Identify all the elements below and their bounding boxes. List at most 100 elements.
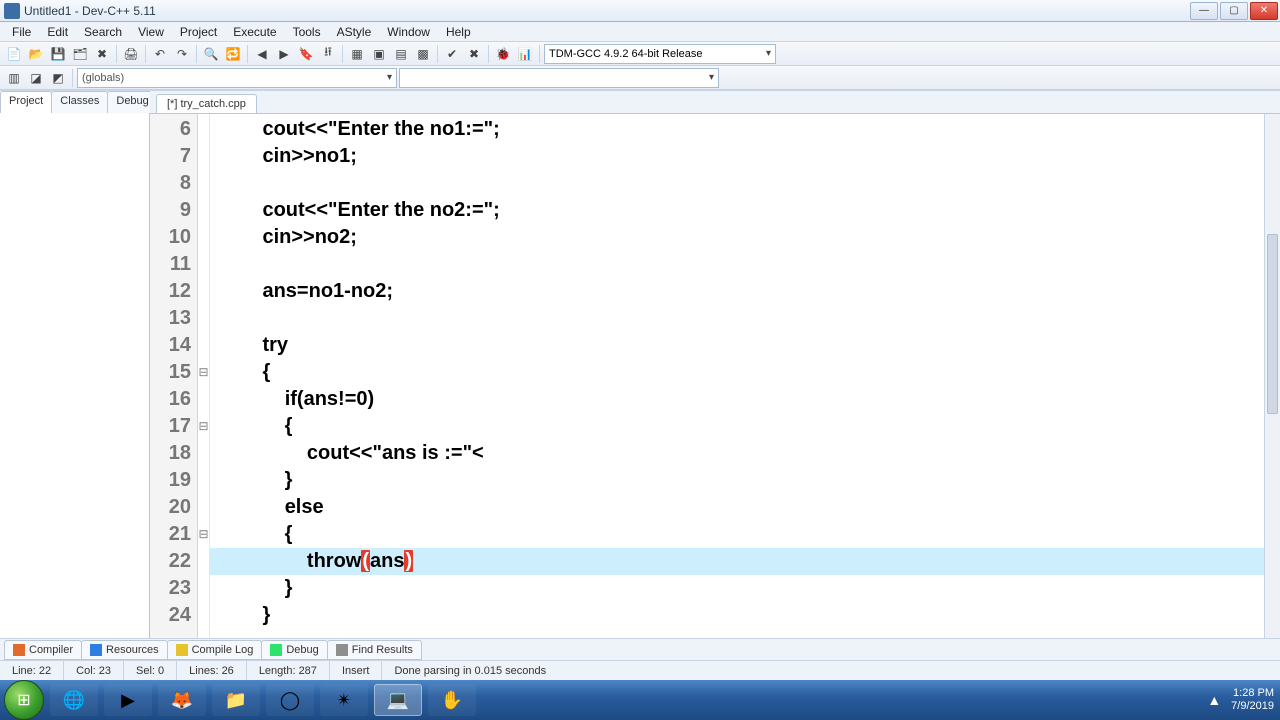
secondary-toolbar: ▥ ◪ ◩ (globals) — [0, 66, 1280, 90]
system-tray[interactable]: ▲ 1:28 PM 7/9/2019 — [1207, 687, 1274, 713]
save-button[interactable]: 💾 — [48, 44, 68, 64]
taskbar-firefox-icon[interactable]: 🦊 — [158, 684, 206, 716]
rebuild-button[interactable]: ▩ — [413, 44, 433, 64]
taskbar-explorer-icon[interactable]: 📁 — [212, 684, 260, 716]
check-button[interactable]: ✔ — [442, 44, 462, 64]
taskbar-app2-icon[interactable]: ✴ — [320, 684, 368, 716]
open-file-button[interactable]: 📂 — [26, 44, 46, 64]
code-line-22[interactable]: throw(ans) — [210, 548, 1280, 575]
bottom-tab-find-results[interactable]: Find Results — [327, 640, 422, 660]
ico-find-icon — [336, 644, 348, 656]
minimize-button[interactable]: — — [1190, 2, 1218, 20]
project-tree[interactable] — [0, 113, 149, 638]
taskbar-media-icon[interactable]: ▶ — [104, 684, 152, 716]
menu-search[interactable]: Search — [76, 23, 130, 41]
taskbar-chrome-icon[interactable]: ◯ — [266, 684, 314, 716]
tray-flag-icon[interactable]: ▲ — [1207, 694, 1221, 707]
status-length: Length: 287 — [247, 661, 330, 680]
start-button[interactable]: ⊞ — [4, 680, 44, 720]
app-icon — [4, 3, 20, 19]
taskbar-devcpp-icon[interactable]: 💻 — [374, 684, 422, 716]
bottom-tab-debug[interactable]: Debug — [261, 640, 327, 660]
new-class-button[interactable]: ▥ — [4, 68, 24, 88]
menu-tools[interactable]: Tools — [285, 23, 329, 41]
taskbar-app3-icon[interactable]: ✋ — [428, 684, 476, 716]
menu-file[interactable]: File — [4, 23, 39, 41]
menu-project[interactable]: Project — [172, 23, 225, 41]
tray-date: 7/9/2019 — [1231, 700, 1274, 713]
code-line-8[interactable] — [210, 170, 1280, 197]
scrollbar-thumb[interactable] — [1267, 234, 1278, 414]
file-tab-trycatch[interactable]: [*] try_catch.cpp — [156, 94, 257, 113]
code-line-16[interactable]: if(ans!=0) — [210, 386, 1280, 413]
code-line-24[interactable]: } — [210, 602, 1280, 629]
nav-back-button[interactable]: ◀ — [252, 44, 272, 64]
code-line-17[interactable]: { — [210, 413, 1280, 440]
debug-button[interactable]: 🐞 — [493, 44, 513, 64]
status-line: Line: 22 — [0, 661, 64, 680]
globals-select[interactable]: (globals) — [77, 68, 397, 88]
code-line-14[interactable]: try — [210, 332, 1280, 359]
maximize-button[interactable]: ▢ — [1220, 2, 1248, 20]
bookmark-button[interactable]: 🔖 — [296, 44, 316, 64]
redo-button[interactable]: ↷ — [172, 44, 192, 64]
ico-log-icon — [176, 644, 188, 656]
goto-decl-button[interactable]: ◩ — [48, 68, 68, 88]
nav-fwd-button[interactable]: ▶ — [274, 44, 294, 64]
tray-time: 1:28 PM — [1233, 687, 1274, 700]
menu-astyle[interactable]: AStyle — [329, 23, 380, 41]
menu-edit[interactable]: Edit — [39, 23, 76, 41]
close-button[interactable]: ✕ — [1250, 2, 1278, 20]
side-tab-project[interactable]: Project — [0, 91, 52, 113]
code-line-6[interactable]: cout<<"Enter the no1:="; — [210, 116, 1280, 143]
code-line-15[interactable]: { — [210, 359, 1280, 386]
replace-button[interactable]: 🔁 — [223, 44, 243, 64]
code-line-21[interactable]: { — [210, 521, 1280, 548]
menu-window[interactable]: Window — [379, 23, 438, 41]
symbols-select[interactable] — [399, 68, 719, 88]
run-button[interactable]: ▣ — [369, 44, 389, 64]
undo-button[interactable]: ↶ — [150, 44, 170, 64]
compiler-select[interactable]: TDM-GCC 4.9.2 64-bit Release — [544, 44, 776, 64]
code-line-20[interactable]: else — [210, 494, 1280, 521]
code-line-11[interactable] — [210, 251, 1280, 278]
project-panel: ProjectClassesDebug — [0, 91, 150, 638]
goto-button[interactable]: ⭿ — [318, 44, 338, 64]
line-gutter: 6789101112131415161718192021222324 — [150, 114, 198, 638]
bottom-tab-compiler[interactable]: Compiler — [4, 640, 82, 660]
insert-button[interactable]: ◪ — [26, 68, 46, 88]
find-button[interactable]: 🔍 — [201, 44, 221, 64]
code-line-19[interactable]: } — [210, 467, 1280, 494]
profile-button[interactable]: 📊 — [515, 44, 535, 64]
fold-column[interactable]: ⊟⊟⊟ — [198, 114, 210, 638]
menu-bar: FileEditSearchViewProjectExecuteToolsASt… — [0, 22, 1280, 42]
menu-execute[interactable]: Execute — [225, 23, 284, 41]
bottom-tab-resources[interactable]: Resources — [81, 640, 168, 660]
code-line-18[interactable]: cout<<"ans is :="< — [210, 440, 1280, 467]
save-all-button[interactable]: 🗂 — [70, 44, 90, 64]
code-area[interactable]: cout<<"Enter the no1:="; cin>>no1; cout<… — [210, 114, 1280, 638]
status-bar: Line: 22 Col: 23 Sel: 0 Lines: 26 Length… — [0, 660, 1280, 680]
ico-dbg-icon — [270, 644, 282, 656]
code-line-13[interactable] — [210, 305, 1280, 332]
code-editor[interactable]: 6789101112131415161718192021222324 ⊟⊟⊟ c… — [150, 113, 1280, 638]
vertical-scrollbar[interactable] — [1264, 114, 1280, 638]
code-line-7[interactable]: cin>>no1; — [210, 143, 1280, 170]
bottom-tab-compile-log[interactable]: Compile Log — [167, 640, 263, 660]
code-line-10[interactable]: cin>>no2; — [210, 224, 1280, 251]
stop-button[interactable]: ✖ — [464, 44, 484, 64]
menu-help[interactable]: Help — [438, 23, 479, 41]
code-line-23[interactable]: } — [210, 575, 1280, 602]
side-tab-classes[interactable]: Classes — [51, 91, 108, 113]
compile-run-button[interactable]: ▤ — [391, 44, 411, 64]
status-col: Col: 23 — [64, 661, 124, 680]
code-line-12[interactable]: ans=no1-no2; — [210, 278, 1280, 305]
new-file-button[interactable]: 📄 — [4, 44, 24, 64]
status-sel: Sel: 0 — [124, 661, 177, 680]
compile-button[interactable]: ▦ — [347, 44, 367, 64]
taskbar-ie-icon[interactable]: 🌐 — [50, 684, 98, 716]
code-line-9[interactable]: cout<<"Enter the no2:="; — [210, 197, 1280, 224]
print-button[interactable]: 🖨 — [121, 44, 141, 64]
menu-view[interactable]: View — [130, 23, 172, 41]
close-file-button[interactable]: ✖ — [92, 44, 112, 64]
